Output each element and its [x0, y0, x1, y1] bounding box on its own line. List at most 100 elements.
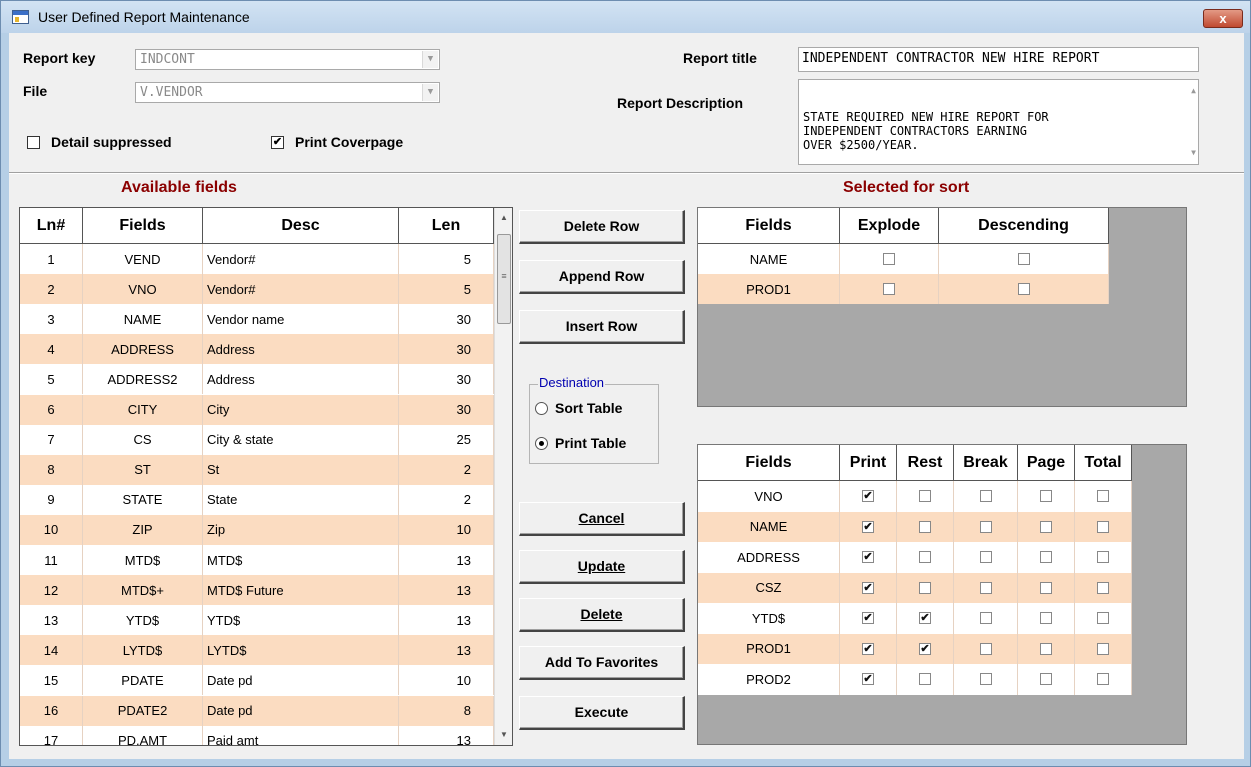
column-header-fields[interactable]: Fields	[698, 208, 840, 244]
print-checkbox[interactable]: ✔	[862, 520, 874, 533]
rest-checkbox[interactable]	[919, 520, 931, 533]
sort-table-radio[interactable]	[535, 402, 548, 415]
total-checkbox[interactable]	[1097, 551, 1109, 564]
table-row[interactable]: 13 YTD$ YTD$ 13	[20, 605, 494, 636]
table-row[interactable]: PROD1	[698, 274, 1109, 304]
page-checkbox[interactable]	[1040, 490, 1052, 503]
page-checkbox[interactable]	[1040, 520, 1052, 533]
print-checkbox[interactable]: ✔	[862, 490, 874, 503]
break-checkbox[interactable]	[979, 612, 992, 625]
table-row[interactable]: 15 PDATE Date pd 10	[20, 665, 494, 696]
break-checkbox[interactable]	[979, 490, 992, 503]
column-header-ln[interactable]: Ln#	[20, 208, 83, 244]
column-header-len[interactable]: Len	[399, 208, 494, 244]
table-row[interactable]: 5 ADDRESS2 Address 30	[20, 364, 494, 395]
sort-table-grid[interactable]: Fields Explode Descending NAME PROD1	[697, 207, 1187, 407]
column-header-break[interactable]: Break	[954, 445, 1018, 481]
table-row[interactable]: 8 ST St 2	[20, 454, 494, 485]
break-checkbox[interactable]	[979, 551, 992, 564]
table-row[interactable]: 16 PDATE2 Date pd 8	[20, 695, 494, 726]
break-checkbox[interactable]	[979, 520, 992, 533]
report-key-combo[interactable]: INDCONT ▼	[135, 49, 440, 70]
scroll-down-icon[interactable]: ▼	[1191, 146, 1196, 160]
execute-button[interactable]: Execute	[519, 696, 685, 730]
table-row[interactable]: 2 VNO Vendor# 5	[20, 274, 494, 305]
column-header-fields[interactable]: Fields	[698, 445, 840, 481]
descending-checkbox[interactable]	[1017, 283, 1030, 295]
column-header-rest[interactable]: Rest	[897, 445, 954, 481]
cancel-button[interactable]: Cancel	[519, 502, 685, 536]
explode-checkbox[interactable]	[883, 253, 895, 265]
table-row[interactable]: 6 CITY City 30	[20, 394, 494, 425]
total-checkbox[interactable]	[1097, 520, 1109, 533]
column-header-print[interactable]: Print	[840, 445, 897, 481]
descending-checkbox[interactable]	[1017, 253, 1030, 265]
total-checkbox[interactable]	[1097, 612, 1109, 625]
sort-table-label[interactable]: Sort Table	[555, 400, 622, 416]
table-row[interactable]: YTD$ ✔ ✔	[698, 603, 1132, 634]
total-checkbox[interactable]	[1097, 642, 1109, 655]
print-checkbox[interactable]: ✔	[862, 551, 874, 564]
table-row[interactable]: CSZ ✔	[698, 572, 1132, 603]
table-row[interactable]: 11 MTD$ MTD$ 13	[20, 545, 494, 576]
scroll-up-icon[interactable]: ▲	[1191, 84, 1196, 98]
insert-row-button[interactable]: Insert Row	[519, 310, 685, 344]
append-row-button[interactable]: Append Row	[519, 260, 685, 294]
scrollbar-thumb[interactable]: ≡	[497, 234, 511, 324]
rest-checkbox[interactable]	[919, 581, 931, 594]
vertical-scrollbar[interactable]: ▲ ≡ ▼	[494, 208, 512, 745]
chevron-down-icon[interactable]: ▼	[422, 51, 438, 68]
table-row[interactable]: 9 STATE State 2	[20, 484, 494, 515]
detail-suppressed-checkbox[interactable]	[27, 136, 40, 149]
scroll-down-icon[interactable]: ▼	[495, 727, 512, 743]
print-checkbox[interactable]: ✔	[862, 612, 874, 625]
total-checkbox[interactable]	[1097, 673, 1109, 686]
print-checkbox[interactable]: ✔	[862, 581, 874, 594]
table-row[interactable]: VNO ✔	[698, 481, 1132, 512]
page-checkbox[interactable]	[1040, 551, 1052, 564]
column-header-total[interactable]: Total	[1075, 445, 1132, 481]
page-checkbox[interactable]	[1040, 642, 1052, 655]
table-row[interactable]: 10 ZIP Zip 10	[20, 514, 494, 545]
break-checkbox[interactable]	[979, 581, 992, 594]
table-row[interactable]: PROD2 ✔	[698, 664, 1132, 695]
delete-row-button[interactable]: Delete Row	[519, 210, 685, 244]
column-header-explode[interactable]: Explode	[840, 208, 939, 244]
rest-checkbox[interactable]	[919, 490, 931, 503]
chevron-down-icon[interactable]: ▼	[422, 84, 438, 101]
available-fields-grid[interactable]: Ln# Fields Desc Len 1 VEND Vendor# 5 2 VNO Ven…	[19, 207, 513, 746]
table-row[interactable]: NAME	[698, 244, 1109, 274]
explode-checkbox[interactable]	[883, 283, 895, 295]
table-row[interactable]: 3 NAME Vendor name 30	[20, 304, 494, 335]
report-description-input[interactable]: STATE REQUIRED NEW HIRE REPORT FOR INDEP…	[798, 79, 1199, 165]
column-header-descending[interactable]: Descending	[939, 208, 1109, 244]
column-header-page[interactable]: Page	[1018, 445, 1075, 481]
print-coverpage-checkbox[interactable]: ✔	[271, 136, 284, 149]
rest-checkbox[interactable]: ✔	[919, 642, 931, 655]
rest-checkbox[interactable]	[919, 673, 931, 686]
print-table-grid[interactable]: Fields Print Rest Break Page Total VNO ✔ N…	[697, 444, 1187, 745]
add-to-favorites-button[interactable]: Add To Favorites	[519, 646, 685, 680]
table-row[interactable]: 7 CS City & state 25	[20, 424, 494, 455]
update-button[interactable]: Update	[519, 550, 685, 584]
break-checkbox[interactable]	[979, 673, 992, 686]
table-row[interactable]: 14 LYTD$ LYTD$ 13	[20, 635, 494, 666]
print-checkbox[interactable]: ✔	[862, 642, 874, 655]
table-row[interactable]: NAME ✔	[698, 511, 1132, 542]
report-title-input[interactable]: INDEPENDENT CONTRACTOR NEW HIRE REPORT	[798, 47, 1199, 72]
print-table-radio[interactable]	[535, 437, 548, 450]
scroll-up-icon[interactable]: ▲	[495, 210, 512, 226]
page-checkbox[interactable]	[1040, 612, 1052, 625]
break-checkbox[interactable]	[979, 642, 992, 655]
delete-button[interactable]: Delete	[519, 598, 685, 632]
total-checkbox[interactable]	[1097, 581, 1109, 594]
title-bar[interactable]: User Defined Report Maintenance x	[1, 1, 1250, 33]
table-row[interactable]: 1 VEND Vendor# 5	[20, 244, 494, 275]
print-table-label[interactable]: Print Table	[555, 435, 626, 451]
table-row[interactable]: PROD1 ✔ ✔	[698, 633, 1132, 664]
column-header-desc[interactable]: Desc	[203, 208, 399, 244]
page-checkbox[interactable]	[1040, 581, 1052, 594]
page-checkbox[interactable]	[1040, 673, 1052, 686]
rest-checkbox[interactable]	[919, 551, 931, 564]
table-row[interactable]: 17 PD.AMT Paid amt 13	[20, 725, 494, 745]
